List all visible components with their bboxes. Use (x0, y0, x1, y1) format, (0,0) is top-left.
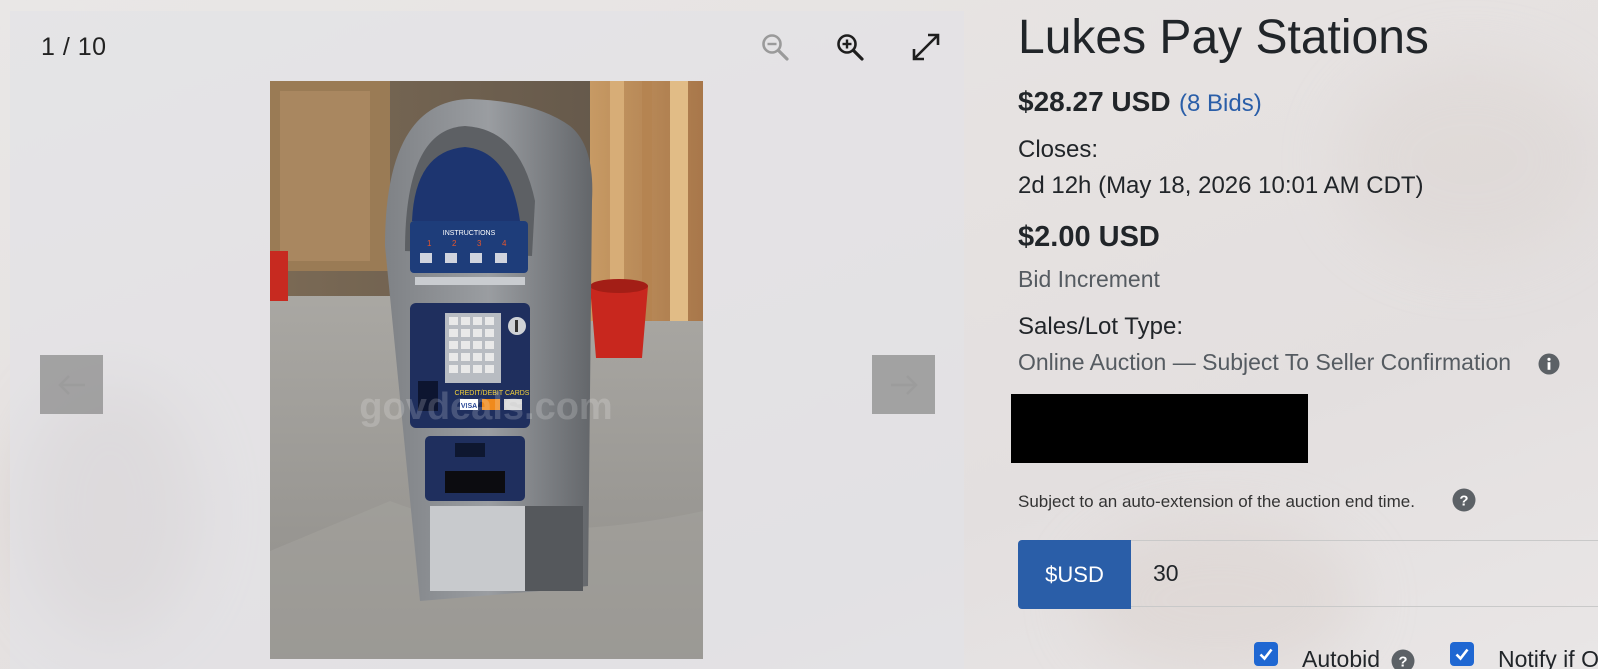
info-icon[interactable] (1538, 353, 1560, 375)
watermark-text: govdeals.com (359, 386, 612, 428)
sale-type-label: Sales/Lot Type: (1018, 313, 1183, 340)
current-price: $28.27 USD (1018, 86, 1171, 117)
bid-amount-input[interactable] (1131, 540, 1598, 607)
checkmark-icon (1455, 648, 1469, 661)
closes-label: Closes: (1018, 136, 1099, 163)
product-photo[interactable]: INSTRUCTIONS 1 2 3 4 CREDIT/DEBIT CARDS … (270, 81, 703, 659)
step-label: 4 (502, 239, 507, 248)
auto-extension-note: Subject to an auto-extension of the auct… (1018, 492, 1415, 511)
next-image-button[interactable] (872, 355, 935, 414)
image-gallery: 1 / 10 INSTRUCTIONS 1 2 3 4 CREDIT/DEBIT… (10, 11, 964, 669)
notify-label: Notify if O (1498, 646, 1598, 669)
step-label: 3 (477, 239, 482, 248)
svg-text:?: ? (1459, 493, 1468, 510)
fullscreen-button[interactable] (906, 27, 946, 67)
bid-count-link[interactable]: (8 Bids) (1179, 90, 1262, 117)
fullscreen-icon (912, 33, 940, 61)
parking-pay-station-image: INSTRUCTIONS 1 2 3 4 CREDIT/DEBIT CARDS … (270, 81, 703, 659)
zoom-out-button[interactable] (755, 27, 795, 67)
zoom-in-button[interactable] (830, 27, 870, 67)
bid-increment-label: Bid Increment (1018, 266, 1160, 292)
arrow-right-icon (890, 374, 918, 395)
checkmark-icon (1259, 648, 1273, 661)
autobid-label: Autobid (1302, 646, 1381, 669)
step-label: 1 (427, 239, 432, 248)
currency-button[interactable]: $USD (1018, 540, 1131, 609)
previous-image-button[interactable] (40, 355, 103, 414)
sale-type-value: Online Auction — Subject To Seller Confi… (1018, 349, 1512, 375)
zoom-in-icon (837, 34, 864, 61)
step-label: 2 (452, 239, 457, 248)
question-icon[interactable]: ? (1391, 649, 1415, 669)
listing-title: Lukes Pay Stations (1018, 11, 1429, 64)
arrow-left-icon (57, 374, 85, 395)
redacted-area (1011, 394, 1308, 463)
question-icon[interactable]: ? (1452, 488, 1476, 512)
background-shape (1340, 60, 1598, 260)
closing-time: 2d 12h (May 18, 2026 10:01 AM CDT) (1018, 172, 1424, 199)
bid-input-group: $USD (1018, 540, 1598, 609)
autobid-checkbox[interactable] (1254, 642, 1278, 666)
current-price-line: $28.27 USD (8 Bids) (1018, 86, 1262, 118)
image-counter: 1 / 10 (41, 33, 107, 61)
svg-text:?: ? (1398, 654, 1407, 669)
notify-checkbox[interactable] (1450, 642, 1474, 666)
bid-increment-value: $2.00 USD (1018, 221, 1160, 253)
instructions-label: INSTRUCTIONS (443, 230, 496, 237)
zoom-out-icon (762, 34, 789, 61)
